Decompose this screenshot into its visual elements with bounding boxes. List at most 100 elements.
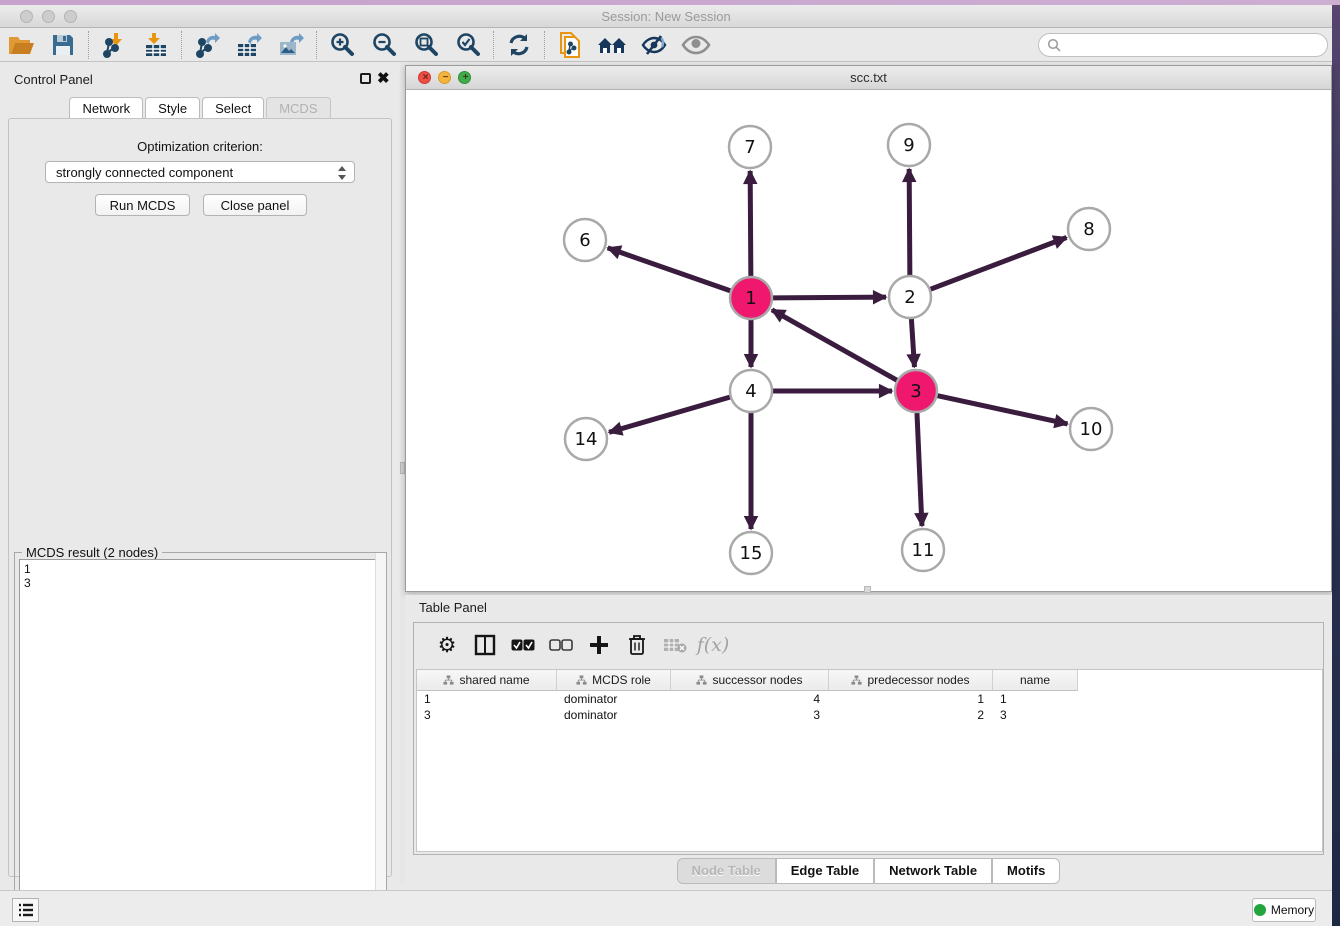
graph-edge-1-7[interactable] — [750, 171, 751, 276]
search-field[interactable] — [1038, 33, 1328, 57]
export-table-button[interactable] — [228, 29, 270, 61]
fx-icon: f(x) — [697, 634, 730, 656]
column-header-label: successor nodes — [712, 673, 802, 687]
mcds-result-group: MCDS result (2 nodes) 1 3 — [14, 552, 387, 926]
task-history-button[interactable] — [12, 898, 39, 922]
window-title: Session: New Session — [0, 9, 1332, 24]
graph-edge-1-6[interactable] — [608, 248, 731, 291]
column-header-MCDS-role[interactable]: MCDS role — [557, 670, 671, 691]
select-all-columns-button[interactable] — [504, 628, 542, 662]
show-columns-button[interactable] — [466, 628, 504, 662]
hide-selected-button[interactable] — [633, 29, 675, 61]
table-cell[interactable]: 1 — [829, 691, 993, 707]
houses-icon — [597, 33, 627, 57]
tab-mcds[interactable]: MCDS — [266, 97, 330, 120]
toolbar-separator — [493, 31, 494, 59]
zoom-out-button[interactable] — [363, 29, 405, 61]
add-row-button[interactable] — [580, 628, 618, 662]
criterion-dropdown[interactable]: strongly connected component — [45, 161, 355, 183]
close-panel-button[interactable]: Close panel — [203, 194, 307, 216]
node-table[interactable]: shared name MCDS role successor nodes prede… — [416, 669, 1323, 852]
column-header-label: MCDS role — [592, 673, 651, 687]
export-network-icon — [194, 32, 220, 58]
function-builder-button[interactable]: f(x) — [694, 628, 732, 662]
graph-edge-3-11[interactable] — [917, 413, 922, 526]
checked-boxes-icon — [511, 639, 535, 651]
network-graph[interactable]: 7968124314101511 — [406, 90, 1331, 591]
import-network-button[interactable] — [93, 29, 135, 61]
tab-motifs[interactable]: Motifs — [992, 858, 1060, 884]
run-mcds-button[interactable]: Run MCDS — [95, 194, 190, 216]
control-panel: Control Panel ✖ Network Style Select MCD… — [0, 62, 400, 884]
column-header-shared-name[interactable]: shared name — [417, 670, 557, 691]
tab-network[interactable]: Network — [69, 97, 143, 120]
import-table-button[interactable] — [135, 29, 177, 61]
graph-edge-3-10[interactable] — [937, 396, 1067, 424]
float-panel-icon[interactable] — [360, 73, 371, 84]
zoom-fit-icon — [413, 32, 439, 58]
export-network-button[interactable] — [186, 29, 228, 61]
table-cell[interactable]: 3 — [671, 707, 829, 723]
mcds-result-title: MCDS result (2 nodes) — [22, 545, 162, 560]
network-canvas[interactable]: 7968124314101511 — [406, 90, 1331, 591]
window-titlebar[interactable]: Session: New Session — [0, 5, 1332, 28]
column-tree-icon — [696, 675, 707, 686]
column-header-label: predecessor nodes — [867, 673, 969, 687]
table-cell[interactable]: dominator — [557, 707, 671, 723]
network-view-window: × − + scc.txt 7968124314101511 — [405, 65, 1332, 592]
table-panel-title: Table Panel — [419, 600, 487, 615]
column-header-successor-nodes[interactable]: successor nodes — [671, 670, 829, 691]
table-settings-button[interactable]: ⚙ — [428, 628, 466, 662]
column-header-name[interactable]: name — [993, 670, 1078, 691]
table-row[interactable]: 1dominator411 — [417, 691, 1322, 707]
zoom-in-button[interactable] — [321, 29, 363, 61]
delete-row-button[interactable] — [618, 628, 656, 662]
mcds-panel-body: Optimization criterion: strongly connect… — [8, 118, 392, 877]
graph-node-label-7: 7 — [744, 137, 755, 158]
deselect-all-columns-button[interactable] — [542, 628, 580, 662]
network-view-title: scc.txt — [406, 70, 1331, 85]
column-header-label: shared name — [459, 673, 529, 687]
show-all-button[interactable] — [675, 29, 717, 61]
table-cell[interactable]: 3 — [417, 707, 557, 723]
graph-edge-1-2[interactable] — [773, 297, 886, 298]
mcds-result-text[interactable]: 1 3 — [19, 559, 382, 924]
network-resize-grip[interactable] — [864, 586, 871, 593]
graph-node-label-15: 15 — [740, 543, 763, 564]
table-row[interactable]: 3dominator323 — [417, 707, 1322, 723]
result-scrollbar[interactable] — [375, 553, 386, 926]
tab-select[interactable]: Select — [202, 97, 264, 120]
save-session-button[interactable] — [42, 29, 84, 61]
table-cell[interactable]: 2 — [829, 707, 993, 723]
zoom-selected-button[interactable] — [447, 29, 489, 61]
close-panel-icon[interactable]: ✖ — [377, 73, 390, 84]
table-cell[interactable]: 1 — [993, 691, 1078, 707]
refresh-layout-button[interactable] — [498, 29, 540, 61]
delete-table-button[interactable] — [656, 628, 694, 662]
first-neighbors-button[interactable] — [591, 29, 633, 61]
tab-edge-table[interactable]: Edge Table — [776, 858, 874, 884]
table-cell[interactable]: 4 — [671, 691, 829, 707]
graph-node-label-1: 1 — [745, 288, 756, 309]
export-image-button[interactable] — [270, 29, 312, 61]
graph-edge-2-3[interactable] — [911, 319, 914, 367]
trash-icon — [627, 634, 647, 656]
graph-edge-2-9[interactable] — [909, 169, 910, 275]
tab-node-table[interactable]: Node Table — [677, 858, 776, 884]
zoom-fit-button[interactable] — [405, 29, 447, 61]
column-header-predecessor-nodes[interactable]: predecessor nodes — [829, 670, 993, 691]
tab-network-table[interactable]: Network Table — [874, 858, 992, 884]
table-cell[interactable]: 3 — [993, 707, 1078, 723]
search-input[interactable] — [1061, 35, 1327, 55]
graph-edge-3-1[interactable] — [772, 310, 897, 380]
table-cell[interactable]: 1 — [417, 691, 557, 707]
open-session-button[interactable] — [0, 29, 42, 61]
table-cell[interactable]: dominator — [557, 691, 671, 707]
clone-network-button[interactable] — [549, 29, 591, 61]
graph-edge-4-14[interactable] — [609, 397, 730, 432]
graph-node-label-9: 9 — [903, 135, 914, 156]
network-window-titlebar[interactable]: × − + scc.txt — [406, 66, 1331, 90]
tab-style[interactable]: Style — [145, 97, 200, 120]
graph-edge-2-8[interactable] — [931, 238, 1067, 290]
memory-button[interactable]: Memory — [1252, 898, 1316, 922]
